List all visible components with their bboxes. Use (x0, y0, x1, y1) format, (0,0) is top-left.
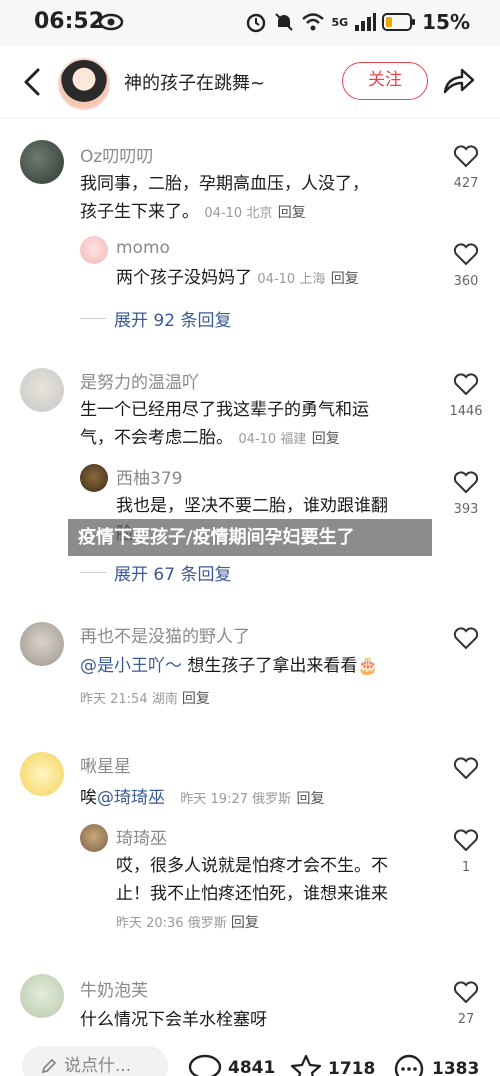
star-icon (290, 1054, 322, 1076)
avatar[interactable] (80, 824, 108, 852)
avatar[interactable] (80, 236, 108, 264)
heart-icon (453, 145, 479, 168)
reply-meta: 04-10 上海 (257, 272, 326, 287)
heart-icon (453, 373, 479, 396)
like-button[interactable]: 393 (446, 470, 486, 517)
like-button[interactable]: 27 (446, 980, 486, 1027)
comment-meta: 04-10 福建 (238, 432, 307, 447)
heart-icon (453, 981, 479, 1004)
follow-button[interactable]: 关注 (342, 62, 428, 100)
like-count: 1446 (449, 404, 483, 419)
heart-icon (453, 471, 479, 494)
comment-author[interactable]: 牛奶泡芙 (80, 976, 148, 1001)
comment-meta: 昨天 19:27 俄罗斯 (180, 792, 292, 807)
comment-text: 生一个已经用尽了我这辈子的勇气和运 气，不会考虑二胎。 04-10 福建 回复 (80, 400, 369, 448)
like-button[interactable]: 1 (446, 828, 486, 875)
comment-bubble-icon (188, 1054, 222, 1076)
reply-button[interactable]: 回复 (231, 915, 259, 931)
page-title: 神的孩子在跳舞~ (124, 73, 266, 94)
comment-item: 啾星星 唉@琦琦巫 昨天 19:27 俄罗斯 回复 琦琦巫 哎，很多人说就是怕疼… (0, 742, 500, 932)
reply-author[interactable]: 西柚379 (116, 464, 182, 489)
alarm-icon (247, 13, 266, 33)
chat-dots-icon (394, 1054, 424, 1076)
comment-input[interactable]: 说点什... (22, 1046, 168, 1076)
heart-icon (453, 243, 479, 266)
avatar[interactable] (20, 368, 64, 412)
reply-button[interactable]: 回复 (297, 791, 325, 807)
comment-item: Oz叨叨叨 我同事，二胎，孕期高血压，人没了， 孩子生下来了。 04-10 北京… (0, 130, 500, 340)
author-avatar[interactable] (58, 58, 110, 110)
reply-button[interactable]: 回复 (278, 205, 306, 221)
like-button[interactable]: 360 (446, 242, 486, 289)
topic-banner: 疫情下要孩子/疫情期间孕妇要生了 (68, 519, 432, 556)
avatar[interactable] (20, 752, 64, 796)
comments-action[interactable]: 4841 (188, 1054, 275, 1076)
share-icon[interactable] (442, 66, 476, 96)
comment-meta: 04-10 北京 (204, 206, 273, 221)
reply-button[interactable]: 回复 (182, 691, 210, 707)
comment-item: 再也不是没猫的野人了 @是小王吖～ 想生孩子了拿出来看看🎂 昨天 21:54 湖… (0, 612, 500, 722)
expand-replies-button[interactable]: 展开 67 条回复 (80, 560, 231, 585)
comment-author[interactable]: Oz叨叨叨 (80, 142, 153, 167)
avatar[interactable] (80, 464, 108, 492)
reply-meta: 昨天 20:36 俄罗斯 回复 (116, 915, 259, 931)
comments-count: 4841 (228, 1058, 276, 1076)
shares-action[interactable]: 1383 (392, 1054, 479, 1076)
avatar[interactable] (20, 622, 64, 666)
like-count: 427 (453, 176, 479, 191)
wifi-icon (302, 13, 325, 31)
reply-text: 两个孩子没妈妈了 04-10 上海 回复 (116, 268, 359, 288)
like-count: 360 (453, 274, 479, 289)
back-arrow-icon[interactable] (18, 64, 46, 100)
likes-action[interactable]: 1718 (290, 1054, 375, 1076)
status-bar: 06:52 5G 15% (0, 0, 500, 46)
comment-meta: 昨天 21:54 湖南 回复 (80, 691, 210, 707)
heart-icon (453, 757, 479, 780)
comment-author[interactable]: 是努力的温温吖 (80, 368, 199, 393)
battery-percent: 15% (422, 10, 470, 34)
like-button[interactable] (446, 626, 486, 654)
shares-count: 1383 (432, 1059, 480, 1076)
comment-text: 什么情况下会羊水栓塞呀 (80, 1010, 267, 1030)
comment-item: 牛奶泡芙 什么情况下会羊水栓塞呀 27 (0, 966, 500, 1040)
reply-author[interactable]: 琦琦巫 (116, 824, 167, 849)
like-button[interactable] (446, 756, 486, 784)
like-count: 27 (457, 1012, 475, 1027)
heart-icon (453, 829, 479, 852)
comment-text: 我同事，二胎，孕期高血压，人没了， 孩子生下来了。 04-10 北京 回复 (80, 174, 369, 222)
eye-icon (98, 13, 124, 31)
like-button[interactable]: 1446 (446, 372, 486, 419)
battery-icon (382, 13, 416, 31)
comment-author[interactable]: 再也不是没猫的野人了 (80, 622, 250, 647)
expand-replies-button[interactable]: 展开 92 条回复 (80, 306, 231, 331)
mention-link[interactable]: @琦琦巫 (97, 788, 165, 808)
pencil-icon (41, 1058, 57, 1074)
network-label: 5G (331, 15, 349, 29)
reply-author[interactable]: momo (116, 238, 170, 258)
comment-author[interactable]: 啾星星 (80, 752, 131, 777)
like-count: 393 (453, 502, 479, 517)
bottom-action-bar: 说点什... 4841 1718 1383 (0, 1042, 500, 1076)
status-time: 06:52 (34, 9, 105, 34)
mute-icon (275, 13, 294, 31)
avatar[interactable] (20, 974, 64, 1018)
reply-button[interactable]: 回复 (312, 431, 340, 447)
comment-text: 唉@琦琦巫 昨天 19:27 俄罗斯 回复 (80, 788, 325, 808)
cake-emoji-icon: 🎂 (357, 656, 379, 676)
mention-link[interactable]: @是小王吖～ (80, 656, 182, 676)
reply-button[interactable]: 回复 (331, 271, 359, 287)
heart-icon (453, 627, 479, 650)
signal-icon (355, 13, 377, 31)
like-count: 1 (461, 860, 471, 875)
comment-text: @是小王吖～ 想生孩子了拿出来看看🎂 (80, 656, 379, 676)
likes-count: 1718 (328, 1059, 376, 1076)
reply-text: 哎，很多人说就是怕疼才会不生。不 止！我不止怕疼还怕死，谁想来谁来 (116, 856, 388, 904)
avatar[interactable] (20, 140, 64, 184)
header: 神的孩子在跳舞~ 关注 (0, 46, 500, 118)
like-button[interactable]: 427 (446, 144, 486, 191)
